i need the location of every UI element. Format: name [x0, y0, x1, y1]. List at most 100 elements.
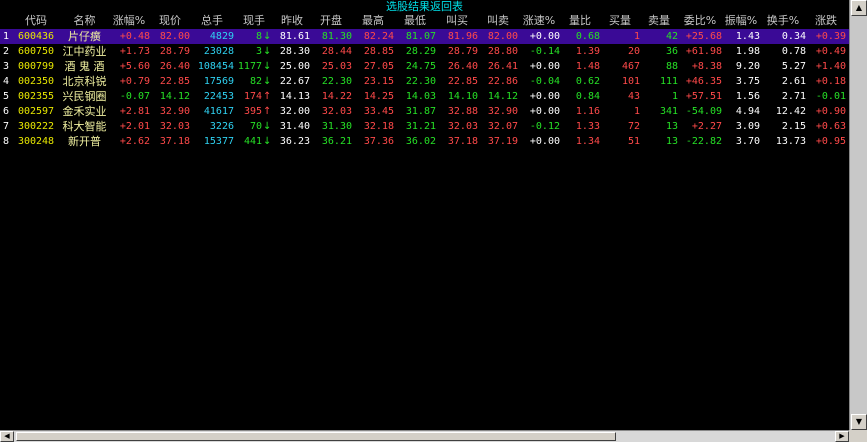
high-price: 14.25	[363, 91, 394, 102]
stock-code: 000799	[17, 61, 55, 72]
high-price: 32.18	[363, 121, 394, 132]
bid-price: 81.96	[447, 31, 478, 42]
total-volume: 22453	[203, 91, 234, 102]
low-price: 31.21	[405, 121, 436, 132]
column-header[interactable]: 振幅%	[722, 13, 760, 29]
column-header[interactable]: 换手%	[760, 13, 806, 29]
amplitude: 9.20	[735, 61, 760, 72]
rise-speed: -0.04	[529, 76, 560, 87]
current-volume: 174	[243, 91, 262, 102]
price-change: +0.95	[815, 136, 846, 147]
column-header[interactable]: 名称	[62, 13, 107, 29]
column-header[interactable]: 卖量	[640, 13, 678, 29]
current-price: 14.12	[159, 91, 190, 102]
column-header[interactable]: 现价	[150, 13, 190, 29]
commission-ratio: -54.09	[685, 106, 722, 117]
stock-code: 300248	[17, 136, 55, 147]
stock-code: 300222	[17, 121, 55, 132]
column-header[interactable]: 涨幅%	[108, 13, 150, 29]
bid-price: 26.40	[447, 61, 478, 72]
current-volume: 395	[243, 106, 262, 117]
high-price: 33.45	[363, 106, 394, 117]
table-row[interactable]: 6 002597 金禾实业 +2.81 32.90 41617 395 ↑ 32.00 32.03…	[0, 104, 849, 119]
ask-price: 26.41	[487, 61, 518, 72]
column-header[interactable]: 涨速%	[518, 13, 560, 29]
buy-volume: 51	[627, 136, 640, 147]
table-row[interactable]: 2 600750 江中药业 +1.73 28.79 23028 3 ↓ 28.30 28.44 28…	[0, 44, 849, 59]
scroll-right-icon[interactable]: ▶	[835, 431, 849, 442]
rise-speed: +0.00	[529, 61, 560, 72]
table-row[interactable]: 5 002355 兴民钢圈 -0.07 14.12 22453 174 ↑ 14.13 14.22…	[0, 89, 849, 104]
bid-price: 22.85	[447, 76, 478, 87]
table-row[interactable]: 7 300222 科大智能 +2.01 32.03 3226 70 ↓ 31.40 31.30 32…	[0, 119, 849, 134]
rise-speed: -0.14	[529, 46, 560, 57]
table-row[interactable]: 8 300248 新开普 +2.62 37.18 15377 441 ↓ 36.23 36.21 3…	[0, 134, 849, 149]
low-price: 14.03	[405, 91, 436, 102]
column-header[interactable]: 现手	[234, 13, 274, 29]
current-price: 22.85	[159, 76, 190, 87]
volume-ratio: 0.62	[575, 76, 600, 87]
price-change: +0.90	[815, 106, 846, 117]
column-header[interactable]: 代码	[12, 13, 60, 29]
column-header[interactable]: 总手	[190, 13, 234, 29]
sell-volume: 88	[665, 61, 678, 72]
current-price: 82.00	[159, 31, 190, 42]
current-price: 26.40	[159, 61, 190, 72]
arrow-down-icon: ↓	[263, 46, 272, 57]
column-header[interactable]: 叫卖	[478, 13, 518, 29]
current-price: 37.18	[159, 136, 190, 147]
stock-name: 江中药业	[62, 45, 107, 58]
low-price: 81.07	[405, 31, 436, 42]
column-header[interactable]: 委比%	[678, 13, 722, 29]
prev-close: 32.00	[279, 106, 310, 117]
scroll-up-icon[interactable]: ▲	[851, 0, 867, 16]
price-change: +1.40	[815, 61, 846, 72]
horizontal-scrollbar[interactable]: ◀ ▶	[0, 430, 849, 442]
volume-ratio: 0.84	[575, 91, 600, 102]
column-header[interactable]: 最低	[394, 13, 436, 29]
open-price: 22.30	[321, 76, 352, 87]
ask-price: 14.12	[487, 91, 518, 102]
scroll-thumb[interactable]	[16, 432, 616, 441]
arrow-down-icon: ↓	[263, 136, 272, 147]
bid-price: 32.03	[447, 121, 478, 132]
total-volume: 15377	[203, 136, 234, 147]
vertical-scrollbar[interactable]: ▲ ▼	[849, 0, 867, 442]
arrow-down-icon: ↓	[263, 76, 272, 87]
column-header[interactable]: 昨收	[274, 13, 310, 29]
buy-volume: 43	[627, 91, 640, 102]
open-price: 28.44	[321, 46, 352, 57]
rise-speed: +0.00	[529, 31, 560, 42]
sell-volume: 13	[665, 121, 678, 132]
column-header[interactable]: 最高	[352, 13, 394, 29]
stock-name: 酒 鬼 酒	[64, 60, 105, 73]
column-header[interactable]: 叫买	[436, 13, 478, 29]
arrow-down-icon: ↓	[263, 121, 272, 132]
window-title: 选股结果返回表	[386, 0, 463, 13]
table-row[interactable]: 3 000799 酒 鬼 酒 +5.60 26.40 108454 1177 ↓ 25.00 25…	[0, 59, 849, 74]
open-price: 25.03	[321, 61, 352, 72]
ask-price: 37.19	[487, 136, 518, 147]
scroll-down-icon[interactable]: ▼	[851, 414, 867, 430]
current-volume: 82	[249, 76, 262, 87]
prev-close: 28.30	[279, 46, 310, 57]
arrow-up-icon: ↑	[263, 91, 272, 102]
scroll-left-icon[interactable]: ◀	[0, 431, 14, 442]
stock-name: 新开普	[68, 135, 101, 148]
current-price: 32.90	[159, 106, 190, 117]
total-volume: 4829	[209, 31, 234, 42]
ask-price: 28.80	[487, 46, 518, 57]
column-header[interactable]: 买量	[600, 13, 640, 29]
table-row[interactable]: 1 600436 片仔癀 +0.48 82.00 4829 8 ↓ 81.61 81.30 82.2…	[0, 29, 849, 44]
column-header[interactable]: 量比	[560, 13, 600, 29]
table-row[interactable]: 4 002350 北京科锐 +0.79 22.85 17569 82 ↓ 22.67 22.30 2…	[0, 74, 849, 89]
scrollbar-corner	[849, 430, 867, 442]
commission-ratio: +25.68	[685, 31, 722, 42]
turnover: 2.61	[781, 76, 806, 87]
buy-volume: 1	[633, 106, 640, 117]
arrow-up-icon: ↑	[263, 106, 272, 117]
sell-volume: 13	[665, 136, 678, 147]
column-header[interactable]: 开盘	[310, 13, 352, 29]
commission-ratio: -22.82	[685, 136, 722, 147]
column-header[interactable]: 涨跌	[806, 13, 846, 29]
